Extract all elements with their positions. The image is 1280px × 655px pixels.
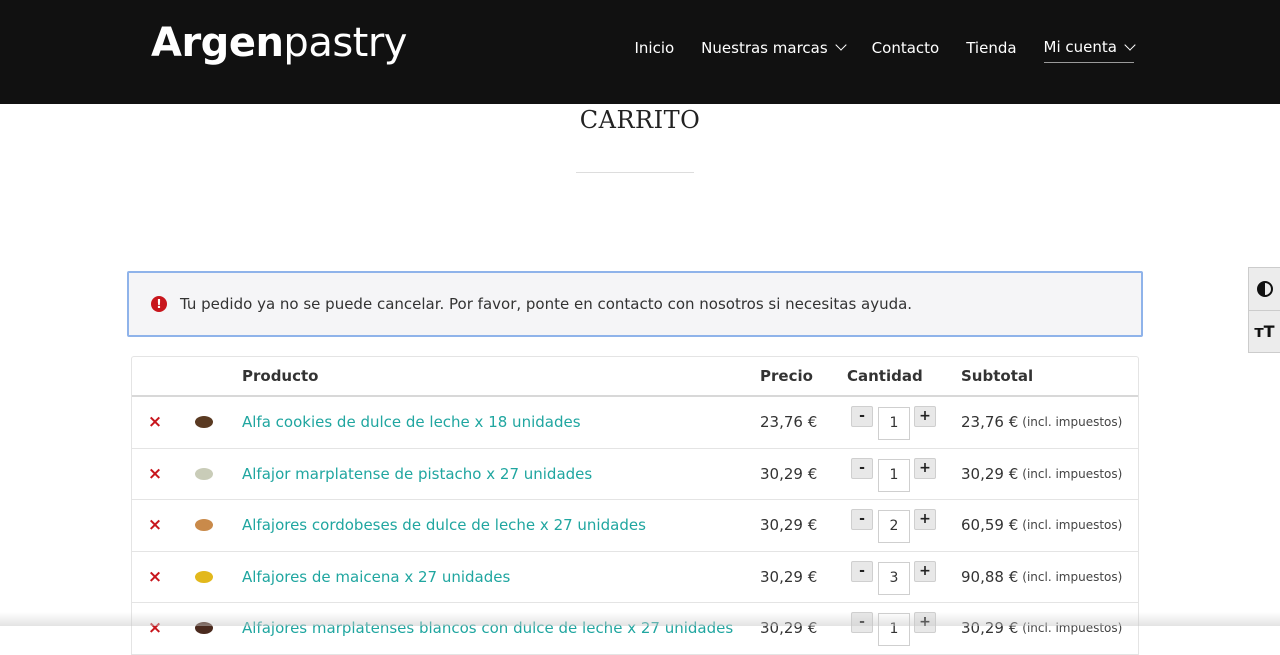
- product-link[interactable]: Alfa cookies de dulce de leche x 18 unid…: [242, 413, 581, 431]
- quantity-input[interactable]: 1: [878, 459, 910, 492]
- quantity-stepper: - 1 +: [847, 402, 937, 442]
- product-thumbnail[interactable]: [195, 416, 213, 428]
- page-title: CARRITO: [0, 104, 1280, 136]
- product-thumbnail[interactable]: [195, 571, 213, 583]
- nav-item-mi-cuenta[interactable]: Mi cuenta: [1044, 38, 1134, 63]
- nav-item-tienda[interactable]: Tienda: [966, 39, 1016, 63]
- product-thumbnail[interactable]: [195, 622, 213, 634]
- site-logo[interactable]: Argenpastry: [151, 18, 407, 68]
- tax-note: (incl. impuestos): [1022, 570, 1122, 584]
- column-header-product: Producto: [242, 357, 318, 395]
- cart-table: Producto Precio Cantidad Subtotal × Alfa…: [131, 356, 1139, 655]
- product-price: 30,29 €: [760, 568, 817, 586]
- product-thumbnail[interactable]: [195, 468, 213, 480]
- quantity-decrease-button[interactable]: -: [851, 612, 873, 633]
- tax-note: (incl. impuestos): [1022, 518, 1122, 532]
- tax-note: (incl. impuestos): [1022, 467, 1122, 481]
- quantity-stepper: - 2 +: [847, 505, 937, 545]
- high-contrast-button[interactable]: [1249, 268, 1280, 310]
- quantity-decrease-button[interactable]: -: [851, 561, 873, 582]
- tax-note: (incl. impuestos): [1022, 621, 1122, 635]
- table-header-row: Producto Precio Cantidad Subtotal: [132, 357, 1138, 397]
- line-subtotal: 60,59 €: [961, 516, 1018, 534]
- nav-item-nuestras-marcas[interactable]: Nuestras marcas: [701, 39, 845, 63]
- remove-item-button[interactable]: ×: [148, 464, 162, 484]
- main-nav: Inicio Nuestras marcas Contacto Tienda M…: [634, 38, 1134, 63]
- nav-item-contacto[interactable]: Contacto: [872, 39, 940, 63]
- quantity-increase-button[interactable]: +: [914, 561, 936, 582]
- line-subtotal: 30,29 €: [961, 619, 1018, 637]
- quantity-input[interactable]: 3: [878, 562, 910, 595]
- chevron-down-icon: [835, 39, 846, 50]
- product-price: 23,76 €: [760, 413, 817, 431]
- product-thumbnail[interactable]: [195, 519, 213, 531]
- quantity-increase-button[interactable]: +: [914, 458, 936, 479]
- product-link[interactable]: Alfajores marplatenses blancos con dulce…: [242, 619, 733, 637]
- line-subtotal: 23,76 €: [961, 413, 1018, 431]
- text-size-button[interactable]: тT: [1249, 310, 1280, 352]
- product-price: 30,29 €: [760, 465, 817, 483]
- remove-item-button[interactable]: ×: [148, 515, 162, 535]
- product-link[interactable]: Alfajores cordobeses de dulce de leche x…: [242, 516, 646, 534]
- table-row: × Alfajores de maicena x 27 unidades 30,…: [132, 552, 1138, 604]
- quantity-stepper: - 1 +: [847, 454, 937, 494]
- line-subtotal: 30,29 €: [961, 465, 1018, 483]
- quantity-decrease-button[interactable]: -: [851, 509, 873, 530]
- table-row: × Alfajores cordobeses de dulce de leche…: [132, 500, 1138, 552]
- quantity-stepper: - 3 +: [847, 557, 937, 597]
- quantity-input[interactable]: 1: [878, 407, 910, 440]
- product-link[interactable]: Alfajores de maicena x 27 unidades: [242, 568, 510, 586]
- site-header: Argenpastry Inicio Nuestras marcas Conta…: [0, 0, 1280, 104]
- line-subtotal: 90,88 €: [961, 568, 1018, 586]
- tax-note: (incl. impuestos): [1022, 415, 1122, 429]
- remove-item-button[interactable]: ×: [148, 567, 162, 587]
- text-size-icon: тT: [1254, 322, 1274, 341]
- quantity-increase-button[interactable]: +: [914, 406, 936, 427]
- accessibility-toolbar: тT: [1248, 267, 1280, 353]
- product-price: 30,29 €: [760, 619, 817, 637]
- quantity-input[interactable]: 1: [878, 613, 910, 646]
- contrast-icon: [1257, 281, 1273, 297]
- quantity-stepper: - 1 +: [847, 608, 937, 648]
- chevron-down-icon: [1124, 39, 1135, 50]
- table-row: × Alfa cookies de dulce de leche x 18 un…: [132, 397, 1138, 449]
- column-header-quantity: Cantidad: [847, 357, 923, 395]
- error-notice: ! Tu pedido ya no se puede cancelar. Por…: [127, 271, 1143, 337]
- column-header-price: Precio: [760, 357, 813, 395]
- table-row: × Alfajores marplatenses blancos con dul…: [132, 603, 1138, 655]
- error-icon: !: [151, 296, 167, 312]
- notice-text: Tu pedido ya no se puede cancelar. Por f…: [180, 295, 912, 313]
- quantity-increase-button[interactable]: +: [914, 612, 936, 633]
- quantity-increase-button[interactable]: +: [914, 509, 936, 530]
- quantity-decrease-button[interactable]: -: [851, 458, 873, 479]
- title-divider: [576, 172, 694, 173]
- nav-item-inicio[interactable]: Inicio: [634, 39, 674, 63]
- table-row: × Alfajor marplatense de pistacho x 27 u…: [132, 449, 1138, 501]
- remove-item-button[interactable]: ×: [148, 412, 162, 432]
- quantity-input[interactable]: 2: [878, 510, 910, 543]
- remove-item-button[interactable]: ×: [148, 618, 162, 638]
- product-link[interactable]: Alfajor marplatense de pistacho x 27 uni…: [242, 465, 592, 483]
- quantity-decrease-button[interactable]: -: [851, 406, 873, 427]
- product-price: 30,29 €: [760, 516, 817, 534]
- column-header-subtotal: Subtotal: [961, 357, 1033, 395]
